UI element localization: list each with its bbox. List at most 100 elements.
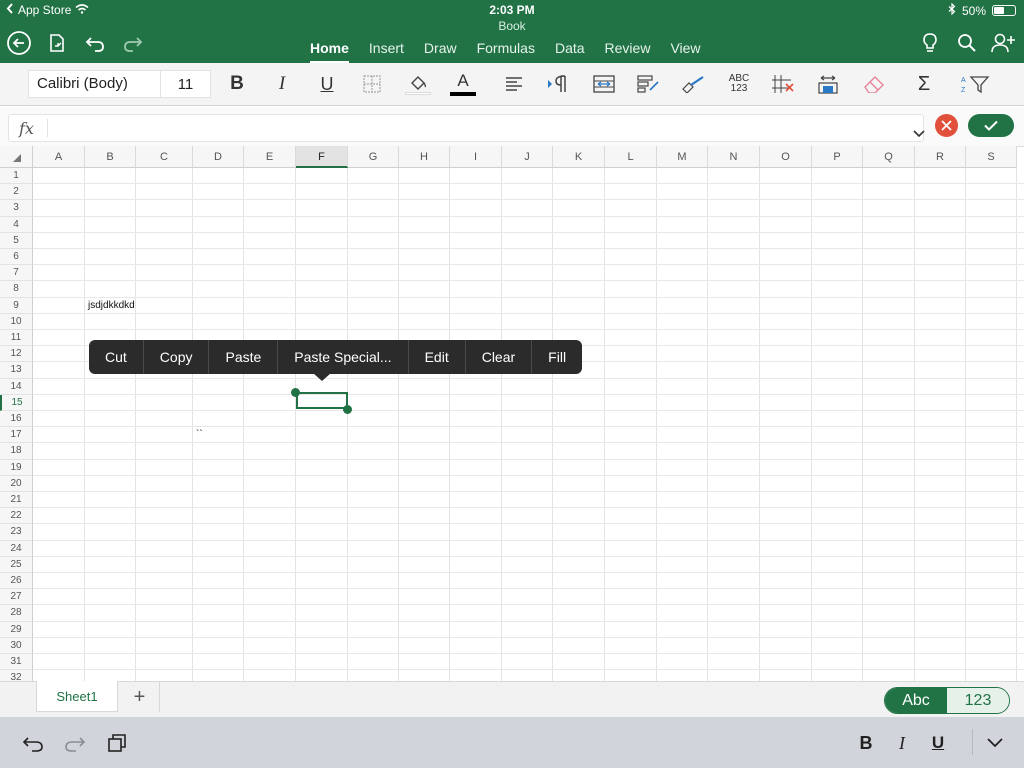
row-header-11[interactable]: 11 — [0, 330, 33, 347]
tab-review[interactable]: Review — [595, 40, 661, 62]
row-header-17[interactable]: 17 — [0, 427, 33, 444]
expand-chevron-icon[interactable] — [913, 125, 925, 143]
tab-data[interactable]: Data — [545, 40, 595, 62]
undo-icon[interactable] — [82, 30, 108, 56]
italic-button[interactable]: I — [271, 71, 293, 97]
file-menu-icon[interactable] — [44, 30, 70, 56]
fill-color-icon[interactable] — [403, 71, 433, 97]
row-header-4[interactable]: 4 — [0, 216, 33, 233]
font-size[interactable]: 11 — [161, 76, 210, 93]
text-direction-icon[interactable] — [546, 71, 570, 97]
column-header-b[interactable]: B — [85, 146, 136, 168]
select-all-corner[interactable] — [0, 146, 33, 168]
row-header-27[interactable]: 27 — [0, 589, 33, 606]
row-header-32[interactable]: 32 — [0, 670, 33, 681]
menu-item-paste-special[interactable]: Paste Special... — [278, 340, 409, 374]
row-header-20[interactable]: 20 — [0, 475, 33, 492]
kb-bold-button[interactable]: B — [853, 730, 879, 756]
borders-icon[interactable] — [361, 71, 383, 97]
kb-underline-button[interactable]: U — [925, 730, 951, 756]
formula-input[interactable] — [53, 118, 893, 138]
column-header-a[interactable]: A — [33, 146, 85, 168]
column-header-l[interactable]: L — [605, 146, 657, 168]
row-header-9[interactable]: 9 — [0, 297, 33, 314]
column-header-r[interactable]: R — [915, 146, 966, 168]
menu-item-fill[interactable]: Fill — [532, 340, 582, 374]
row-header-6[interactable]: 6 — [0, 249, 33, 266]
row-header-31[interactable]: 31 — [0, 654, 33, 671]
row-header-14[interactable]: 14 — [0, 378, 33, 395]
column-header-i[interactable]: I — [450, 146, 502, 168]
confirm-edit-button[interactable] — [968, 114, 1014, 137]
keyboard-abc-button[interactable]: Abc — [885, 688, 947, 713]
row-header-26[interactable]: 26 — [0, 573, 33, 590]
delete-cells-icon[interactable] — [771, 71, 797, 97]
tab-formulas[interactable]: Formulas — [467, 40, 545, 62]
row-header-30[interactable]: 30 — [0, 637, 33, 654]
row-header-24[interactable]: 24 — [0, 540, 33, 557]
tab-draw[interactable]: Draw — [414, 40, 467, 62]
column-header-f[interactable]: F — [296, 146, 348, 168]
cell-b9[interactable]: jsdjdkkdkd — [88, 300, 135, 311]
row-header-23[interactable]: 23 — [0, 524, 33, 541]
kb-redo-icon[interactable] — [62, 730, 88, 756]
row-header-3[interactable]: 3 — [0, 200, 33, 217]
row-header-15[interactable]: 15 — [0, 394, 33, 411]
column-header-j[interactable]: J — [502, 146, 553, 168]
column-header-s[interactable]: S — [966, 146, 1017, 168]
row-header-5[interactable]: 5 — [0, 232, 33, 249]
selection-handle-bottomright[interactable] — [343, 405, 352, 414]
merge-cells-icon[interactable] — [592, 71, 616, 97]
column-header-n[interactable]: N — [708, 146, 760, 168]
menu-item-copy[interactable]: Copy — [144, 340, 210, 374]
search-icon[interactable] — [954, 30, 980, 56]
row-header-8[interactable]: 8 — [0, 281, 33, 298]
row-header-19[interactable]: 19 — [0, 459, 33, 476]
column-header-m[interactable]: M — [657, 146, 708, 168]
column-header-e[interactable]: E — [244, 146, 296, 168]
document-title[interactable]: Book — [0, 19, 1024, 33]
tab-home[interactable]: Home — [300, 40, 359, 63]
spelling-button[interactable]: ABC 123 — [725, 71, 753, 97]
lightbulb-icon[interactable] — [917, 30, 943, 56]
row-header-21[interactable]: 21 — [0, 492, 33, 509]
redo-icon[interactable] — [120, 30, 146, 56]
insert-cells-icon[interactable] — [815, 71, 841, 97]
back-circle-icon[interactable] — [6, 30, 32, 56]
row-header-22[interactable]: 22 — [0, 508, 33, 525]
row-header-2[interactable]: 2 — [0, 184, 33, 201]
row-header-13[interactable]: 13 — [0, 362, 33, 379]
spreadsheet-grid[interactable]: A B C D E F G H I J K L M N O P Q R S 1 2 3 4 5 6 7 8 9 10 11 12 13 14 15… — [0, 146, 1024, 681]
column-header-h[interactable]: H — [399, 146, 450, 168]
row-header-12[interactable]: 12 — [0, 346, 33, 363]
cell-d17[interactable]: `` — [196, 429, 203, 440]
sheet-tab-sheet1[interactable]: Sheet1 — [36, 681, 118, 712]
autosum-button[interactable]: Σ — [912, 71, 936, 97]
menu-item-clear[interactable]: Clear — [466, 340, 533, 374]
cancel-edit-button[interactable] — [935, 114, 958, 137]
column-header-c[interactable]: C — [136, 146, 193, 168]
row-header-16[interactable]: 16 — [0, 411, 33, 428]
selection-handle-topleft[interactable] — [291, 388, 300, 397]
row-header-10[interactable]: 10 — [0, 313, 33, 330]
menu-item-cut[interactable]: Cut — [89, 340, 144, 374]
tab-view[interactable]: View — [660, 40, 710, 62]
share-add-person-icon[interactable] — [990, 30, 1016, 56]
cell-styles-icon[interactable] — [681, 71, 707, 97]
cell-selection-f15[interactable] — [296, 392, 348, 409]
column-header-o[interactable]: O — [760, 146, 812, 168]
column-header-d[interactable]: D — [193, 146, 244, 168]
font-picker[interactable]: Calibri (Body) 11 — [28, 70, 211, 98]
row-header-18[interactable]: 18 — [0, 443, 33, 460]
row-header-25[interactable]: 25 — [0, 556, 33, 573]
font-name[interactable]: Calibri (Body) — [29, 71, 161, 97]
kb-dismiss-chevron-icon[interactable] — [982, 730, 1008, 756]
row-header-28[interactable]: 28 — [0, 605, 33, 622]
clear-eraser-icon[interactable] — [862, 71, 886, 97]
format-as-table-icon[interactable] — [637, 71, 661, 97]
sort-filter-icon[interactable]: AZ — [960, 71, 990, 97]
menu-item-edit[interactable]: Edit — [409, 340, 466, 374]
bold-button[interactable]: B — [226, 71, 248, 97]
add-sheet-button[interactable]: + — [120, 682, 160, 712]
kb-italic-button[interactable]: I — [889, 730, 915, 756]
